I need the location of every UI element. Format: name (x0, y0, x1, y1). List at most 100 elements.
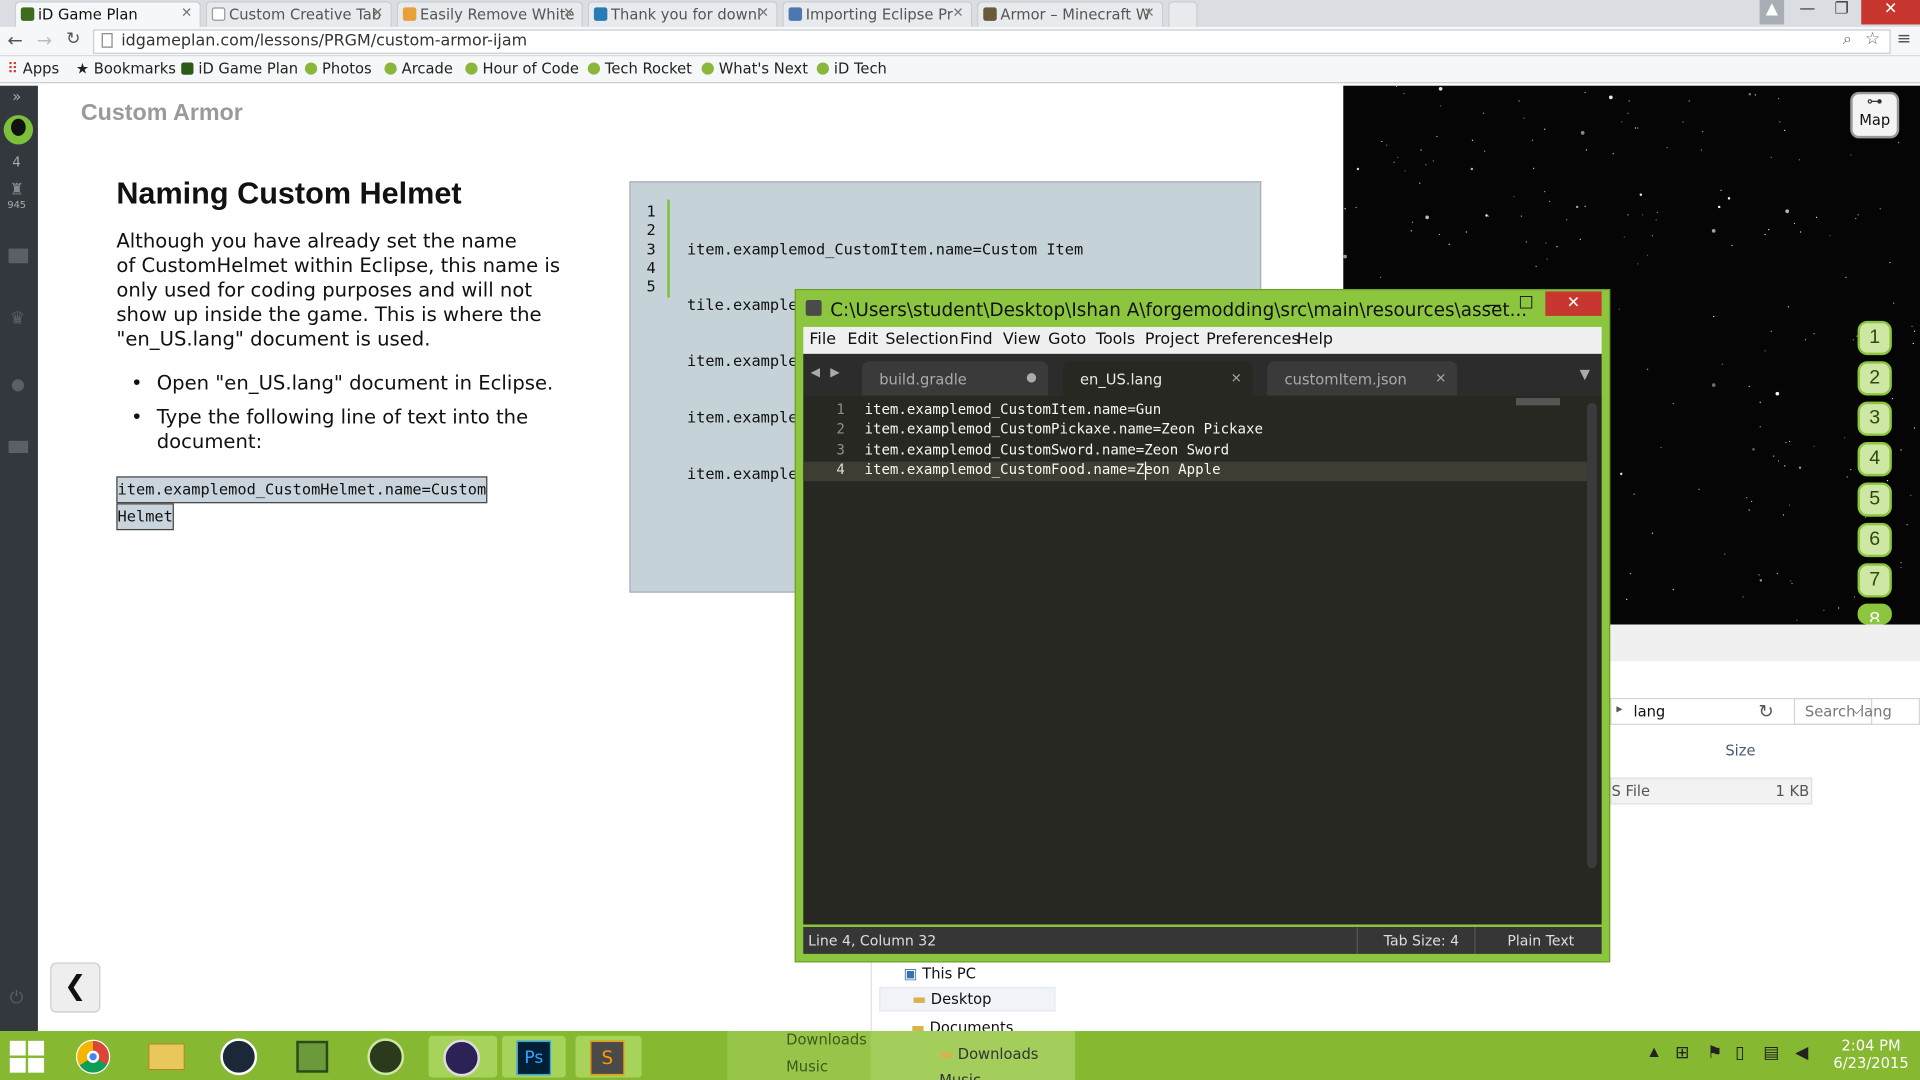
menu-project[interactable]: Project (1145, 331, 1199, 349)
url-field[interactable]: idgameplan.com/lessons/PRGM/custom-armor… (93, 29, 1891, 54)
start-button[interactable] (9, 1040, 47, 1073)
bookmark-arcade[interactable]: Arcade (384, 60, 453, 77)
refresh-icon[interactable]: ↻ (1758, 700, 1773, 722)
helmet-code-snippet[interactable]: item.examplemod_CustomHelmet.name=Custom… (116, 476, 488, 531)
restore-icon[interactable]: ❐ (1825, 0, 1859, 24)
close-window-button[interactable]: ✕ (1545, 291, 1602, 316)
id-tech-taskbar-button[interactable] (362, 1036, 411, 1078)
bookmark-whats-next[interactable]: What's Next (701, 60, 808, 77)
maximize-icon[interactable]: ☐ (1518, 294, 1533, 314)
bookmark-apps[interactable]: ⠿ Apps (7, 60, 59, 77)
step-button-5[interactable]: 5 (1857, 482, 1892, 517)
nav-desktop[interactable]: ▬ Desktop (879, 986, 1056, 1012)
profile-icon[interactable]: ▲ (1759, 0, 1785, 25)
battery-icon[interactable]: ▯ (1735, 1043, 1744, 1063)
close-tab-icon[interactable]: ✕ (952, 5, 963, 21)
step-button-6[interactable]: 6 (1857, 522, 1892, 558)
size-column-header[interactable]: Size (1725, 742, 1755, 759)
bookmark-id-tech[interactable]: iD Tech (816, 60, 887, 77)
map-button[interactable]: ⊶ Map (1850, 91, 1900, 139)
nav-downloads[interactable]: ▬ Downloads (939, 1046, 1038, 1063)
step-button-1[interactable]: 1 (1857, 320, 1892, 356)
menu-tools[interactable]: Tools (1096, 331, 1135, 349)
close-window-icon[interactable]: ✕ (1861, 0, 1920, 25)
prev-tab-icon[interactable]: ◀ (811, 366, 820, 379)
network-icon[interactable]: ▤ (1763, 1043, 1779, 1063)
bookmark-id-game-plan[interactable]: iD Game Plan (181, 60, 298, 77)
explorer-search-field[interactable]: Search lang (1793, 697, 1920, 725)
minimize-icon[interactable]: — (1484, 295, 1501, 315)
close-tab-icon[interactable]: × (1435, 370, 1446, 386)
photoshop-taskbar-button[interactable]: Ps (502, 1035, 566, 1078)
new-tab-button[interactable] (1168, 1, 1198, 27)
step-button-8[interactable]: 8 (1857, 603, 1892, 625)
sublime-taskbar-button[interactable]: S (575, 1035, 642, 1078)
menu-goto[interactable]: Goto (1048, 331, 1086, 349)
tab-custom-creative[interactable]: Custom Creative Tab ✕ (205, 1, 392, 27)
action-center-flag-icon[interactable]: ⚑ (1707, 1043, 1722, 1063)
menu-file[interactable]: File (809, 331, 836, 349)
close-tab-icon[interactable]: ✕ (181, 5, 192, 21)
zoom-icon[interactable]: ⌕ (1843, 31, 1852, 49)
star-icon[interactable]: ☆ (1865, 29, 1880, 49)
map-icon[interactable] (8, 248, 29, 264)
step-button-4[interactable]: 4 (1857, 442, 1892, 477)
tab-remove-white[interactable]: Easily Remove White ✕ (396, 1, 583, 27)
tab-armor-minecraft[interactable]: Armor – Minecraft W ✕ (977, 1, 1164, 27)
vertical-scrollbar[interactable] (1586, 402, 1597, 869)
editor-text-area[interactable]: 1 2 3 4 item.examplemod_CustomItem.name=… (803, 395, 1602, 925)
windows-flag-icon[interactable]: ⊞ (1675, 1043, 1689, 1063)
reload-icon[interactable]: ↻ (66, 29, 80, 49)
editor-tab-custom-item-json[interactable]: customItem.json × (1267, 361, 1458, 396)
file-row[interactable]: S File 1 KB (1610, 777, 1813, 805)
menu-preferences[interactable]: Preferences (1206, 331, 1300, 349)
cart-icon[interactable] (8, 440, 29, 454)
minimize-icon[interactable]: — (1790, 0, 1824, 24)
chrome-taskbar-button[interactable] (69, 1036, 118, 1078)
bookmark-hour-of-code[interactable]: Hour of Code (465, 60, 579, 77)
forward-arrow-icon[interactable]: → (37, 29, 52, 51)
nav-this-pc[interactable]: ▣ This PC (904, 965, 976, 982)
nav-music[interactable]: Music (939, 1071, 981, 1080)
tray-expand-icon[interactable]: ▲ (1649, 1046, 1658, 1059)
trophy-icon[interactable]: ♛ (10, 309, 25, 329)
editor-tab-build-gradle[interactable]: build.gradle ● (862, 361, 1049, 396)
tab-importing-eclipse[interactable]: Importing Eclipse Pr ✕ (782, 1, 973, 27)
menu-help[interactable]: Help (1297, 331, 1333, 349)
user-icon[interactable]: ● (11, 376, 25, 394)
step-button-7[interactable]: 7 (1857, 563, 1892, 598)
file-explorer-taskbar-button[interactable] (141, 1036, 190, 1078)
close-tab-icon[interactable]: ✕ (758, 5, 769, 21)
eclipse-taskbar-button[interactable] (428, 1035, 498, 1078)
close-tab-icon[interactable]: ✕ (563, 5, 574, 21)
unsaved-dot-icon[interactable]: ● (1026, 371, 1037, 384)
menu-edit[interactable]: Edit (847, 331, 878, 349)
step-button-2[interactable]: 2 (1857, 361, 1892, 396)
back-arrow-icon[interactable]: ← (7, 29, 22, 51)
volume-muted-icon[interactable]: ◀ (1795, 1043, 1808, 1063)
step-button-3[interactable]: 3 (1857, 401, 1892, 436)
menu-icon[interactable]: ≡ (1897, 29, 1911, 49)
close-tab-icon[interactable]: ✕ (1143, 5, 1154, 21)
tab-id-game-plan[interactable]: iD Game Plan ✕ (14, 1, 201, 27)
avatar[interactable] (3, 115, 34, 145)
menu-view[interactable]: View (1003, 331, 1041, 349)
power-icon[interactable]: ⏻ (10, 988, 24, 1008)
bookmark-photos[interactable]: Photos (304, 60, 372, 77)
tab-thank-you[interactable]: Thank you for downl ✕ (587, 1, 778, 27)
syntax-indicator[interactable]: Plain Text (1507, 932, 1574, 949)
close-tab-icon[interactable]: ✕ (372, 5, 383, 21)
tab-size-indicator[interactable]: Tab Size: 4 (1384, 932, 1459, 949)
menu-selection[interactable]: Selection (885, 331, 958, 349)
next-tab-icon[interactable]: ▶ (830, 366, 839, 379)
tab-dropdown-icon[interactable]: ▼ (1580, 366, 1590, 382)
steam-taskbar-button[interactable] (216, 1036, 265, 1078)
close-tab-icon[interactable]: × (1231, 370, 1242, 386)
rocket-icon[interactable]: ♜ (10, 181, 24, 199)
back-button[interactable]: ❮ (50, 962, 101, 1013)
editor-tab-en-us-lang[interactable]: en_US.lang × (1062, 361, 1253, 396)
system-clock[interactable]: 2:04 PM 6/23/2015 (1832, 1037, 1910, 1071)
menu-find[interactable]: Find (960, 331, 993, 349)
bookmark-tech-rocket[interactable]: Tech Rocket (587, 60, 692, 77)
bookmark-bookmarks[interactable]: ★ Bookmarks (76, 60, 176, 77)
